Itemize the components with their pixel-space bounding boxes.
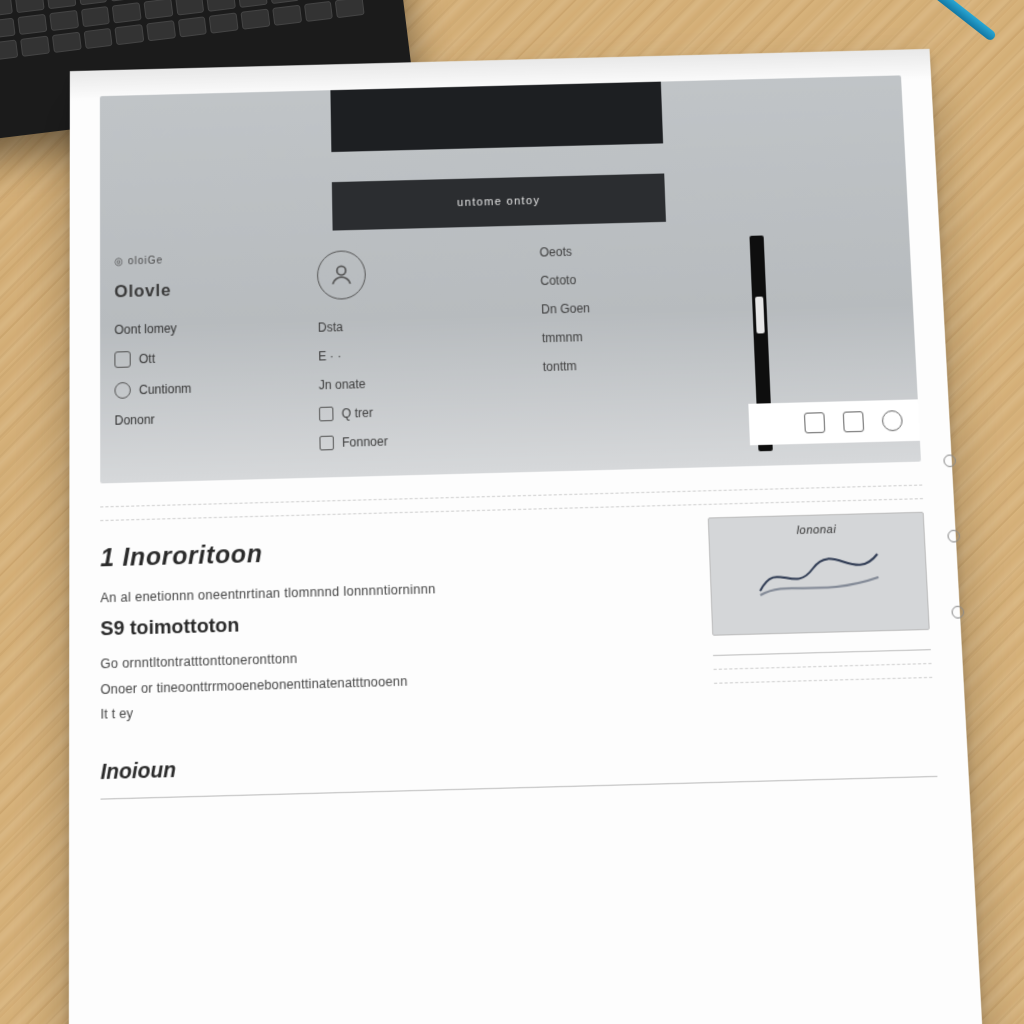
tool-icon[interactable] xyxy=(804,412,825,433)
circle-icon xyxy=(114,382,130,399)
section-heading: 1 Inororitoon xyxy=(100,529,678,574)
sidebar-item-label: Cuntionm xyxy=(139,381,192,397)
square-icon xyxy=(319,436,334,451)
list-item[interactable]: tonttm xyxy=(543,354,757,374)
sidebar-item-3[interactable]: Dononr xyxy=(114,409,288,428)
ui-mock-panel: untome ontoy ◎ oloiGe Olovle Oont lomey … xyxy=(100,75,921,483)
checkbox-icon xyxy=(114,351,130,368)
tool-icon[interactable] xyxy=(882,410,903,431)
list-item[interactable]: E · · xyxy=(318,344,512,363)
right-column: Oeots Cototo Dn Goen tmmnm tonttm xyxy=(525,229,775,461)
list-item[interactable]: tmmnm xyxy=(542,325,756,345)
header-band: untome ontoy xyxy=(332,173,666,230)
sidebar-item-2[interactable]: Cuntionm xyxy=(114,378,288,399)
sidebar-item-label: Oont lomey xyxy=(114,321,176,337)
list-item[interactable]: Cototo xyxy=(540,268,753,288)
list-item[interactable]: Fonnoer xyxy=(319,431,514,451)
list-item[interactable]: Oeots xyxy=(539,240,752,260)
window-titlebar xyxy=(330,82,663,152)
sidebar-item-1[interactable]: Ott xyxy=(114,347,287,368)
list-item[interactable]: Dn Goen xyxy=(541,297,755,317)
document-body: 1 Inororitoon An al enetionnn oneentnrti… xyxy=(100,485,937,800)
illustration-card: lononai xyxy=(708,512,930,636)
list-item[interactable]: Dsta xyxy=(318,315,511,334)
panel-title: Olovle xyxy=(114,277,287,302)
square-icon xyxy=(319,407,334,422)
brand-label: ◎ oloiGe xyxy=(114,252,286,268)
list-item[interactable]: Jn onate xyxy=(319,373,513,393)
sidebar-item-0[interactable]: Oont lomey xyxy=(114,318,287,337)
sidebar: ◎ oloiGe Olovle Oont lomey Ott Cuntionm xyxy=(100,242,304,484)
sidebar-item-label: Ott xyxy=(139,351,155,366)
illustration-caption: lononai xyxy=(796,524,836,538)
header-band-label: untome ontoy xyxy=(457,195,541,209)
list-item[interactable]: Q trer xyxy=(319,402,514,422)
avatar-icon xyxy=(317,250,366,300)
toolbar-right xyxy=(748,399,920,445)
tool-icon[interactable] xyxy=(843,411,864,432)
sidebar-item-label: Dononr xyxy=(114,412,154,428)
printed-page: untome ontoy ◎ oloiGe Olovle Oont lomey … xyxy=(69,49,990,1024)
center-column: Dsta E · · Jn onate Q trer Fonnoer xyxy=(302,236,529,468)
